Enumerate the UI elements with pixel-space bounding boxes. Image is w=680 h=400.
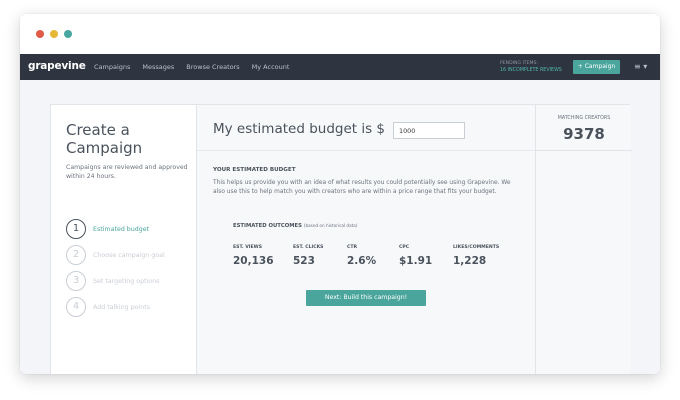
matching-creators-label: MATCHING CREATORS bbox=[557, 116, 611, 121]
stat-cpc: CPC $1.91 bbox=[399, 245, 432, 267]
maximize-window-icon[interactable] bbox=[64, 30, 72, 38]
page-title-line2: Campaign bbox=[66, 139, 143, 157]
budget-label: My estimated budget is $ bbox=[213, 121, 386, 137]
nav-link-messages[interactable]: Messages bbox=[142, 63, 174, 71]
wizard-sidebar: Create a Campaign Campaigns are reviewed… bbox=[51, 105, 197, 374]
step-label: Choose campaign goal bbox=[93, 251, 165, 259]
matching-creators-box: MATCHING CREATORS 9378 bbox=[536, 105, 632, 151]
outcomes-heading: ESTIMATED OUTCOMES (based on historical … bbox=[233, 223, 358, 229]
pending-items-label: PENDING ITEMS: bbox=[500, 61, 538, 66]
step-label: Estimated budget bbox=[93, 225, 150, 233]
new-campaign-button[interactable]: + Campaign bbox=[573, 60, 620, 74]
outcomes-note: (based on historical data) bbox=[303, 223, 358, 228]
step-number: 4 bbox=[66, 297, 86, 317]
browser-window: grapevine Campaigns Messages Browse Crea… bbox=[20, 14, 660, 374]
minimize-window-icon[interactable] bbox=[50, 30, 58, 38]
stat-value: 20,136 bbox=[233, 255, 274, 267]
nav-link-browse-creators[interactable]: Browse Creators bbox=[186, 63, 239, 71]
pending-items: PENDING ITEMS: 16 INCOMPLETE REVIEWS bbox=[500, 60, 562, 74]
estimated-budget-heading: YOUR ESTIMATED BUDGET bbox=[213, 167, 296, 173]
stat-label: LIKES/COMMENTS bbox=[453, 245, 500, 250]
stat-label: EST. VIEWS bbox=[233, 245, 263, 250]
page-body: Create a Campaign Campaigns are reviewed… bbox=[20, 80, 660, 374]
nav-link-campaigns[interactable]: Campaigns bbox=[94, 63, 130, 71]
matching-creators-count: 9378 bbox=[563, 125, 605, 143]
wizard-step-1[interactable]: 1 Estimated budget bbox=[66, 219, 149, 239]
window-titlebar bbox=[20, 14, 660, 54]
nav-link-my-account[interactable]: My Account bbox=[252, 63, 290, 71]
nav-links: Campaigns Messages Browse Creators My Ac… bbox=[94, 63, 289, 71]
stat-value: 523 bbox=[293, 255, 315, 267]
stat-ctr: CTR 2.6% bbox=[347, 245, 376, 267]
step-label: Set targeting options bbox=[93, 277, 160, 285]
stat-value: 1,228 bbox=[453, 255, 487, 267]
top-navbar: grapevine Campaigns Messages Browse Crea… bbox=[20, 54, 660, 80]
stat-label: CTR bbox=[347, 245, 358, 250]
stat-est-clicks: EST. CLICKS 523 bbox=[293, 245, 323, 267]
stat-value: $1.91 bbox=[399, 255, 433, 267]
matching-panel: MATCHING CREATORS 9378 bbox=[535, 105, 632, 374]
outcomes-title: ESTIMATED OUTCOMES bbox=[233, 223, 302, 229]
budget-header: My estimated budget is $ bbox=[197, 105, 535, 151]
budget-input[interactable] bbox=[393, 122, 465, 139]
stat-label: EST. CLICKS bbox=[293, 245, 324, 250]
step-number: 3 bbox=[66, 271, 86, 291]
page-title: Create a Campaign bbox=[66, 121, 142, 157]
stat-label: CPC bbox=[399, 245, 410, 250]
stat-est-views: EST. VIEWS 20,136 bbox=[233, 245, 274, 267]
next-step-button[interactable]: Next: Build this campaign! bbox=[306, 290, 426, 306]
stat-value: 2.6% bbox=[347, 255, 377, 267]
stat-likes-comments: LIKES/COMMENTS 1,228 bbox=[453, 245, 499, 267]
step-number: 1 bbox=[66, 219, 86, 239]
budget-panel: My estimated budget is $ YOUR ESTIMATED … bbox=[197, 105, 535, 374]
estimated-budget-description: This helps us provide you with an idea o… bbox=[213, 180, 511, 195]
page-title-line1: Create a bbox=[66, 121, 130, 139]
step-number: 2 bbox=[66, 245, 86, 265]
step-label: Add talking points bbox=[93, 303, 150, 311]
hamburger-menu-icon[interactable]: ≡ ▾ bbox=[634, 62, 647, 71]
wizard-step-4[interactable]: 4 Add talking points bbox=[66, 297, 150, 317]
brand-logo[interactable]: grapevine bbox=[28, 60, 86, 72]
wizard-step-2[interactable]: 2 Choose campaign goal bbox=[66, 245, 165, 265]
close-window-icon[interactable] bbox=[36, 30, 44, 38]
pending-items-link[interactable]: 16 INCOMPLETE REVIEWS bbox=[500, 67, 562, 74]
wizard-step-3[interactable]: 3 Set targeting options bbox=[66, 271, 159, 291]
create-campaign-card: Create a Campaign Campaigns are reviewed… bbox=[50, 104, 632, 374]
page-subtitle: Campaigns are reviewed and approved with… bbox=[66, 164, 188, 180]
